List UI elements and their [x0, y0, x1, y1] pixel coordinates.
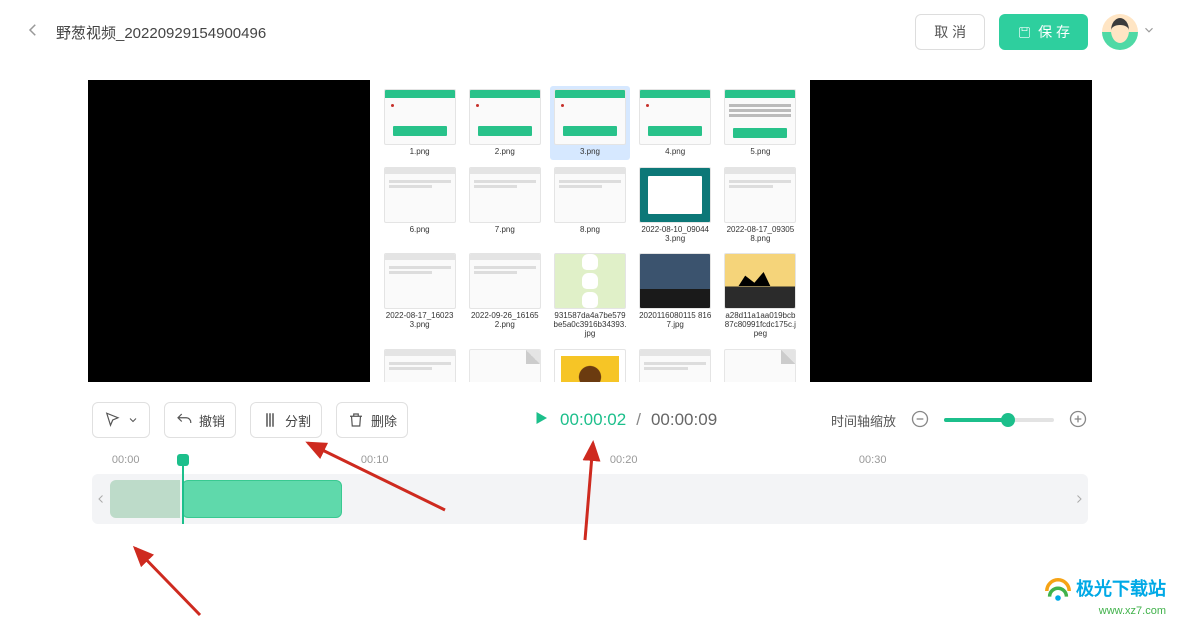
file-grid: 1.png 2.png 3.png 4.png 5.png 6.png 7.png 8.png… — [370, 80, 810, 382]
grid-item-label: 2022-09-26_161652.png — [468, 312, 541, 330]
zoom-slider-fill — [944, 418, 1008, 422]
watermark: 极光下载站 www.xz7.com — [1044, 575, 1166, 617]
grid-item-label: 2022-08-17_160233.png — [383, 312, 456, 330]
grid-item-label: 2022-08-17_093058.png — [724, 226, 797, 244]
grid-item-label: 5.png — [750, 148, 770, 157]
grid-item-label: 1.png — [410, 148, 430, 157]
grid-item[interactable] — [380, 346, 459, 382]
grid-item[interactable]: a28d11a1aa019bcb87c80991fcdc175c.jpeg — [721, 250, 800, 341]
time-current: 00:00:02 — [560, 410, 626, 430]
watermark-logo-icon — [1044, 577, 1072, 605]
watermark-url: www.xz7.com — [1044, 605, 1166, 617]
grid-item-label: a28d11a1aa019bcb87c80991fcdc175c.jpeg — [724, 312, 797, 338]
save-label: 保 存 — [1038, 22, 1070, 42]
zoom-in-icon[interactable] — [1068, 409, 1088, 432]
grid-item[interactable]: 2022-08-17_093058.png — [721, 164, 800, 247]
zoom-slider-thumb[interactable] — [1001, 413, 1015, 427]
grid-item-label: 6.png — [410, 226, 430, 235]
grid-item-label: 931587da4a7be579be5a0c3916b34393.jpg — [553, 312, 626, 338]
back-icon[interactable] — [24, 21, 42, 44]
timeline-next-icon[interactable] — [1070, 474, 1088, 524]
timeline: 00:00 00:10 00:20 00:30 — [0, 446, 1180, 524]
zoom-out-icon[interactable] — [910, 409, 930, 432]
grid-item[interactable]: 7.png — [465, 164, 544, 247]
time-display: 00:00:02 / 00:00:09 — [532, 409, 717, 432]
video-preview: 1.png 2.png 3.png 4.png 5.png 6.png 7.png 8.png… — [88, 80, 1092, 382]
grid-item[interactable] — [465, 346, 544, 382]
chevron-down-icon — [1142, 23, 1156, 42]
grid-item[interactable] — [636, 346, 715, 382]
time-separator: / — [636, 410, 641, 430]
zoom-controls: 时间轴缩放 — [831, 409, 1088, 432]
grid-item-label: 7.png — [495, 226, 515, 235]
grid-item-label: 2022-08-10_090443.png — [639, 226, 712, 244]
time-total: 00:00:09 — [651, 410, 717, 430]
grid-item[interactable]: 5.png — [721, 86, 800, 160]
grid-item[interactable]: 3.png — [550, 86, 629, 160]
grid-item[interactable]: 2022-08-17_160233.png — [380, 250, 459, 341]
watermark-brand: 极光下载站 — [1076, 579, 1166, 599]
grid-item-label: 4.png — [665, 148, 685, 157]
controls-row: 撤销 分割 删除 00:00:02 / 00:00:09 时间轴缩放 — [0, 382, 1180, 446]
ruler-mark: 00:10 — [361, 454, 389, 466]
timeline-prev-icon[interactable] — [92, 474, 110, 524]
undo-button[interactable]: 撤销 — [164, 402, 236, 438]
save-button[interactable]: 保 存 — [999, 14, 1088, 50]
grid-item[interactable]: 2022-08-10_090443.png — [636, 164, 715, 247]
grid-item[interactable]: 2.png — [465, 86, 544, 160]
grid-item-label: 8.png — [580, 226, 600, 235]
zoom-label: 时间轴缩放 — [831, 411, 896, 430]
header: 野葱视频_20220929154900496 取 消 保 存 — [0, 0, 1180, 64]
grid-item-label: 2020116080115 8167.jpg — [639, 312, 712, 330]
grid-item[interactable]: 2020116080115 8167.jpg — [636, 250, 715, 341]
grid-item-label: 2.png — [495, 148, 515, 157]
page-title: 野葱视频_20220929154900496 — [56, 22, 266, 43]
clip-dim[interactable] — [110, 480, 180, 518]
grid-item-label: 3.png — [580, 148, 600, 157]
grid-item[interactable] — [550, 346, 629, 382]
annotation-arrow — [110, 540, 210, 620]
ruler-mark: 00:00 — [112, 454, 140, 466]
grid-item[interactable]: 2022-09-26_161652.png — [465, 250, 544, 341]
grid-item[interactable]: 4.png — [636, 86, 715, 160]
timeline-track-container — [92, 474, 1088, 524]
play-icon[interactable] — [532, 409, 550, 432]
grid-item[interactable]: 1.png — [380, 86, 459, 160]
ruler-mark: 00:20 — [610, 454, 638, 466]
zoom-slider[interactable] — [944, 418, 1054, 422]
delete-button[interactable]: 删除 — [336, 402, 408, 438]
cancel-button[interactable]: 取 消 — [915, 14, 985, 50]
split-label: 分割 — [285, 411, 311, 430]
playhead[interactable] — [182, 460, 184, 524]
cursor-tool-button[interactable] — [92, 402, 150, 438]
timeline-track[interactable] — [110, 474, 1070, 524]
delete-label: 删除 — [371, 411, 397, 430]
split-button[interactable]: 分割 — [250, 402, 322, 438]
grid-item[interactable]: 6.png — [380, 164, 459, 247]
avatar-menu[interactable] — [1102, 14, 1156, 50]
undo-label: 撤销 — [199, 411, 225, 430]
avatar — [1102, 14, 1138, 50]
grid-item[interactable]: 931587da4a7be579be5a0c3916b34393.jpg — [550, 250, 629, 341]
timeline-ruler: 00:00 00:10 00:20 00:30 — [92, 454, 1088, 474]
ruler-mark: 00:30 — [859, 454, 887, 466]
grid-item[interactable] — [721, 346, 800, 382]
header-left: 野葱视频_20220929154900496 — [24, 21, 266, 44]
clip-main[interactable] — [182, 480, 342, 518]
grid-item[interactable]: 8.png — [550, 164, 629, 247]
header-right: 取 消 保 存 — [915, 14, 1156, 50]
